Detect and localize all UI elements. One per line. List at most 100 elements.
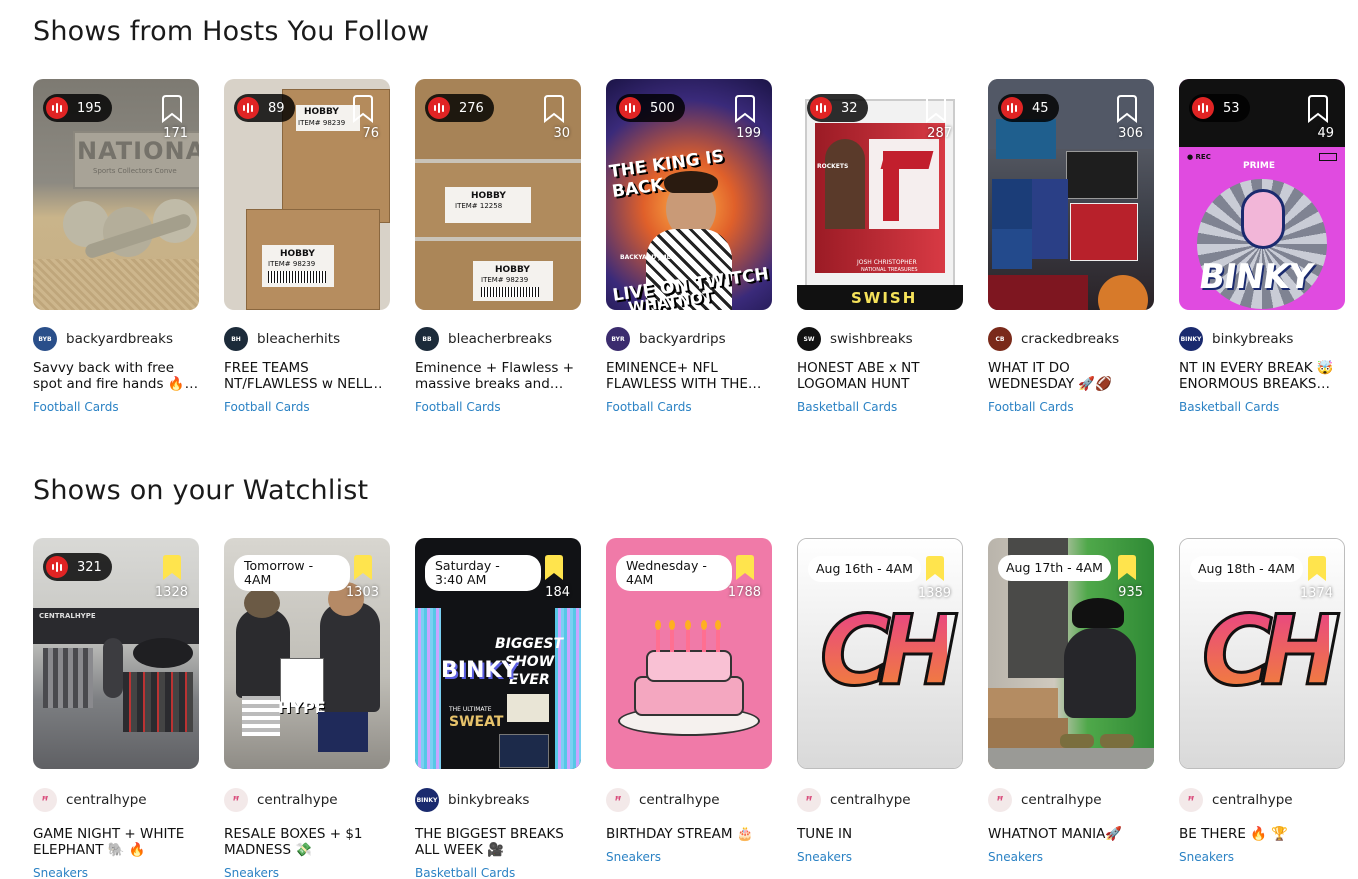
- bookmark-icon[interactable]: [1116, 95, 1138, 123]
- show-card[interactable]: HOBBY ITEM# 12258 HOBBY ITEM# 98239 276 …: [415, 79, 581, 414]
- avatar[interactable]: BYR: [606, 327, 630, 351]
- show-thumbnail[interactable]: CH Aug 18th - 4AM 1374: [1179, 538, 1345, 769]
- category-link[interactable]: Basketball Cards: [1179, 400, 1345, 414]
- category-link[interactable]: Basketball Cards: [797, 400, 963, 414]
- show-thumbnail[interactable]: 45 306: [988, 79, 1154, 310]
- bookmark-icon[interactable]: [1307, 95, 1329, 123]
- host-name[interactable]: centralhype: [257, 792, 338, 808]
- avatar[interactable]: SW: [797, 327, 821, 351]
- host-info[interactable]: BB bleacherbreaks: [415, 327, 581, 351]
- host-info[interactable]: ꟸ centralhype: [33, 788, 199, 812]
- show-card[interactable]: CENTRALHYPE 321 1328 ꟸ centralhype GAME …: [33, 538, 199, 879]
- category-link[interactable]: Sneakers: [33, 866, 199, 879]
- host-info[interactable]: ꟸ centralhype: [606, 788, 772, 812]
- bookmark-icon[interactable]: [543, 95, 565, 123]
- show-title[interactable]: THE BIGGEST BREAKS ALL WEEK 🎥: [415, 826, 581, 858]
- bookmark-filled-icon[interactable]: [161, 554, 183, 582]
- show-card[interactable]: ● REC PRIME BINKY 53 49 BINKY binkybreak…: [1179, 79, 1345, 414]
- host-info[interactable]: BINKY binkybreaks: [1179, 327, 1345, 351]
- category-link[interactable]: Sneakers: [224, 866, 390, 879]
- show-title[interactable]: FREE TEAMS NT/FLAWLESS w NELLY 🔥: [224, 360, 390, 392]
- host-info[interactable]: BYR backyardrips: [606, 327, 772, 351]
- host-info[interactable]: ꟸ centralhype: [797, 788, 963, 812]
- host-name[interactable]: backyardrips: [639, 331, 726, 347]
- bookmark-icon[interactable]: [734, 95, 756, 123]
- category-link[interactable]: Football Cards: [606, 400, 772, 414]
- show-card[interactable]: HOBBY ITEM# 98239 HOBBY ITEM# 98239 89 7…: [224, 79, 390, 414]
- show-card[interactable]: NATIONAL Sports Collectors Conve 195 171…: [33, 79, 199, 414]
- show-thumbnail[interactable]: CENTRALHYPE 321 1328: [33, 538, 199, 769]
- bookmark-filled-icon[interactable]: [1306, 555, 1328, 583]
- category-link[interactable]: Football Cards: [224, 400, 390, 414]
- host-info[interactable]: BH bleacherhits: [224, 327, 390, 351]
- avatar[interactable]: ꟸ: [33, 788, 57, 812]
- show-title[interactable]: Savvy back with free spot and fire hands…: [33, 360, 199, 392]
- show-title[interactable]: Eminence + Flawless + massive breaks and…: [415, 360, 581, 392]
- show-thumbnail[interactable]: HYPE Tomorrow - 4AM 1303: [224, 538, 390, 769]
- host-info[interactable]: ꟸ centralhype: [988, 788, 1154, 812]
- host-info[interactable]: BYB backyardbreaks: [33, 327, 199, 351]
- bookmark-icon[interactable]: [925, 95, 947, 123]
- show-card[interactable]: Aug 17th - 4AM 935 ꟸ centralhype WHATNOT…: [988, 538, 1154, 879]
- host-name[interactable]: swishbreaks: [830, 331, 913, 347]
- show-title[interactable]: HONEST ABE x NT LOGOMAN HUNT: [797, 360, 963, 392]
- avatar[interactable]: ꟸ: [1179, 788, 1203, 812]
- show-title[interactable]: WHATNOT MANIA🚀: [988, 826, 1154, 842]
- show-title[interactable]: RESALE BOXES + $1 MADNESS 💸: [224, 826, 390, 858]
- avatar[interactable]: ꟸ: [797, 788, 821, 812]
- show-card[interactable]: THE KING IS BACK BACKYARD JMD LIVE ON TW…: [606, 79, 772, 414]
- show-title[interactable]: NT IN EVERY BREAK 🤯 ENORMOUS BREAKS ALL …: [1179, 360, 1345, 392]
- show-card[interactable]: Wednesday - 4AM 1788 ꟸ centralhype BIRTH…: [606, 538, 772, 879]
- avatar[interactable]: BH: [224, 327, 248, 351]
- avatar[interactable]: ꟸ: [606, 788, 630, 812]
- show-thumbnail[interactable]: ● REC PRIME BINKY 53 49: [1179, 79, 1345, 310]
- show-thumbnail[interactable]: HOBBY ITEM# 98239 HOBBY ITEM# 98239 89 7…: [224, 79, 390, 310]
- avatar[interactable]: BINKY: [1179, 327, 1203, 351]
- bookmark-filled-icon[interactable]: [352, 554, 374, 582]
- host-name[interactable]: centralhype: [830, 792, 911, 808]
- show-thumbnail[interactable]: BIGGEST SHOW EVER BINKY THE ULTIMATE SWE…: [415, 538, 581, 769]
- host-name[interactable]: centralhype: [1021, 792, 1102, 808]
- show-thumbnail[interactable]: NATIONAL Sports Collectors Conve 195 171: [33, 79, 199, 310]
- avatar[interactable]: BINKY: [415, 788, 439, 812]
- category-link[interactable]: Sneakers: [606, 850, 772, 864]
- bookmark-filled-icon[interactable]: [543, 554, 565, 582]
- host-name[interactable]: bleacherbreaks: [448, 331, 552, 347]
- host-name[interactable]: binkybreaks: [1212, 331, 1293, 347]
- show-title[interactable]: BIRTHDAY STREAM 🎂 🍾: [606, 826, 772, 842]
- avatar[interactable]: ꟸ: [224, 788, 248, 812]
- host-name[interactable]: centralhype: [66, 792, 147, 808]
- show-title[interactable]: BE THERE 🔥 🏆: [1179, 826, 1345, 842]
- show-thumbnail[interactable]: Wednesday - 4AM 1788: [606, 538, 772, 769]
- host-info[interactable]: CB crackedbreaks: [988, 327, 1154, 351]
- host-name[interactable]: backyardbreaks: [66, 331, 173, 347]
- category-link[interactable]: Football Cards: [988, 400, 1154, 414]
- avatar[interactable]: BB: [415, 327, 439, 351]
- bookmark-filled-icon[interactable]: [924, 555, 946, 583]
- category-link[interactable]: Sneakers: [1179, 850, 1345, 864]
- host-name[interactable]: centralhype: [1212, 792, 1293, 808]
- category-link[interactable]: Basketball Cards: [415, 866, 581, 879]
- avatar[interactable]: BYB: [33, 327, 57, 351]
- show-thumbnail[interactable]: HOBBY ITEM# 12258 HOBBY ITEM# 98239 276 …: [415, 79, 581, 310]
- host-name[interactable]: bleacherhits: [257, 331, 340, 347]
- avatar[interactable]: CB: [988, 327, 1012, 351]
- bookmark-icon[interactable]: [161, 95, 183, 123]
- show-card[interactable]: ROCKETS JOSH CHRISTOPHER NATIONAL TREASU…: [797, 79, 963, 414]
- show-card[interactable]: CH Aug 16th - 4AM 1389 ꟸ centralhype TUN…: [797, 538, 963, 879]
- show-card[interactable]: HYPE Tomorrow - 4AM 1303 ꟸ centralhype R…: [224, 538, 390, 879]
- bookmark-filled-icon[interactable]: [734, 554, 756, 582]
- show-title[interactable]: GAME NIGHT + WHITE ELEPHANT 🐘 🔥: [33, 826, 199, 858]
- avatar[interactable]: ꟸ: [988, 788, 1012, 812]
- show-title[interactable]: WHAT IT DO WEDNESDAY 🚀🏈: [988, 360, 1154, 392]
- show-thumbnail[interactable]: Aug 17th - 4AM 935: [988, 538, 1154, 769]
- show-thumbnail[interactable]: ROCKETS JOSH CHRISTOPHER NATIONAL TREASU…: [797, 79, 963, 310]
- show-card[interactable]: BIGGEST SHOW EVER BINKY THE ULTIMATE SWE…: [415, 538, 581, 879]
- category-link[interactable]: Sneakers: [797, 850, 963, 864]
- show-title[interactable]: EMINENCE+ NFL FLAWLESS WITH THE KING: [606, 360, 772, 392]
- bookmark-icon[interactable]: [352, 95, 374, 123]
- host-name[interactable]: binkybreaks: [448, 792, 529, 808]
- bookmark-filled-icon[interactable]: [1116, 554, 1138, 582]
- show-card[interactable]: CH Aug 18th - 4AM 1374 ꟸ centralhype BE …: [1179, 538, 1345, 879]
- show-thumbnail[interactable]: CH Aug 16th - 4AM 1389: [797, 538, 963, 769]
